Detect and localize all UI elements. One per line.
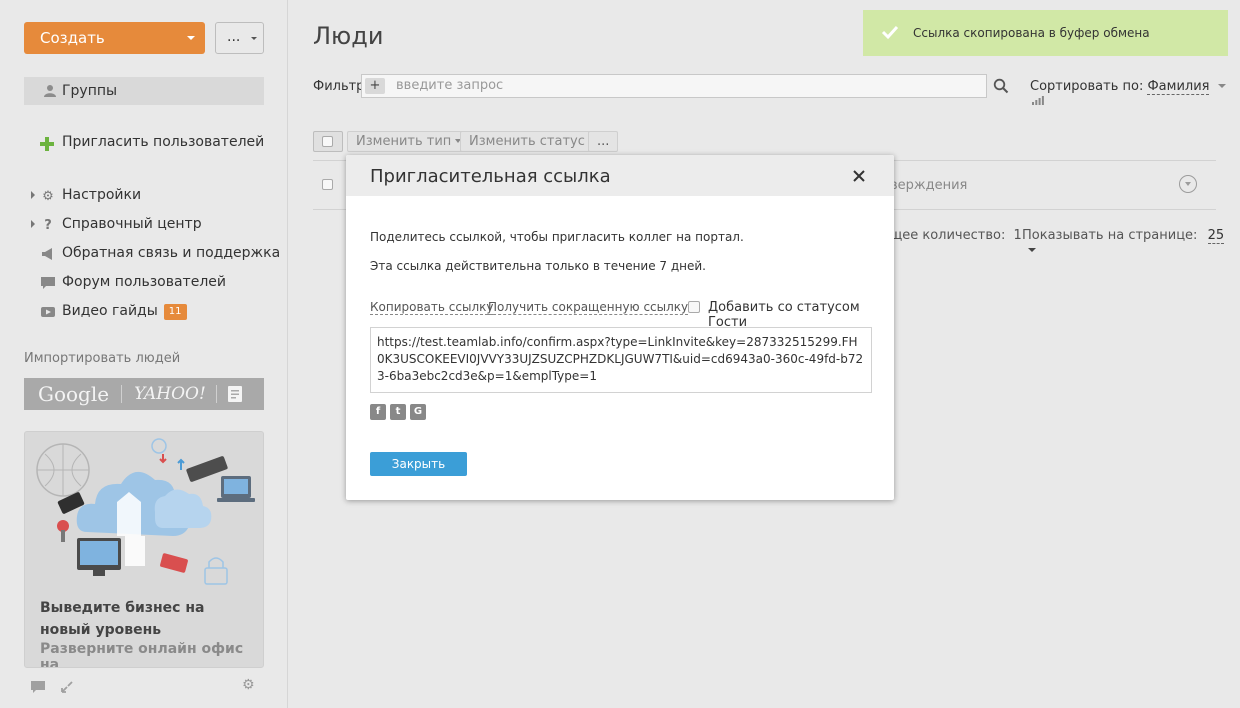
filter-placeholder: введите запрос — [396, 78, 504, 93]
twitter-icon[interactable]: t — [390, 404, 406, 420]
sidebar-item-label: Форум пользователей — [62, 274, 226, 290]
create-button[interactable]: Создать — [24, 22, 205, 54]
dialog-description: Поделитесь ссылкой, чтобы пригласить кол… — [370, 230, 744, 244]
search-icon[interactable] — [993, 78, 1009, 94]
total-count: щее количество: 1 — [890, 228, 1022, 243]
filter-label: Фильтр — [313, 79, 365, 94]
expand-arrow-icon — [31, 191, 35, 199]
invite-users-label: Пригласить пользователей — [62, 134, 265, 150]
sidebar-item-label: Видео гайды — [62, 303, 158, 319]
speech-bubble-icon — [41, 277, 55, 289]
more-actions-button[interactable]: ... — [215, 22, 264, 54]
invite-link-dialog: Пригласительная ссылка Поделитесь ссылко… — [346, 155, 894, 500]
row-menu-icon[interactable] — [1179, 175, 1197, 193]
expand-arrow-icon — [31, 220, 35, 228]
toolbar-more-label: ... — [597, 134, 610, 149]
per-page-label: Показывать на странице: — [1022, 228, 1198, 243]
total-count-label: щее количество: — [890, 228, 1006, 243]
facebook-icon[interactable]: f — [370, 404, 386, 420]
chevron-down-icon — [251, 37, 257, 40]
cloud-devices-illustration — [36, 438, 255, 585]
sidebar-item-groups[interactable]: Группы — [24, 77, 264, 105]
chevron-down-icon — [187, 36, 195, 40]
sort-control[interactable]: Сортировать по: Фамилия — [1030, 79, 1240, 109]
gear-icon[interactable]: ⚙ — [242, 677, 255, 693]
change-type-button[interactable]: Изменить тип — [347, 131, 471, 152]
total-count-value: 1 — [1013, 228, 1022, 243]
sidebar-item-label: Группы — [62, 83, 118, 99]
more-actions-label: ... — [227, 29, 241, 45]
sidebar: Создать ... Группы Пригласить пользовате… — [0, 0, 288, 708]
promo-subtitle: Разверните онлайн офис на — [40, 641, 244, 668]
select-all-checkbox[interactable] — [313, 131, 343, 152]
chat-icon[interactable] — [30, 680, 46, 694]
sort-value[interactable]: Фамилия — [1147, 79, 1210, 95]
short-link-button[interactable]: Получить сокращенную ссылку — [488, 300, 689, 315]
sort-label: Сортировать по: — [1030, 79, 1144, 94]
change-status-button[interactable]: Изменить статус — [460, 131, 604, 152]
guest-status-checkbox[interactable] — [688, 301, 700, 313]
create-button-label: Создать — [40, 29, 105, 47]
collapse-icon[interactable] — [60, 680, 74, 694]
sort-order-icon[interactable] — [1032, 95, 1044, 105]
invite-link-field[interactable]: https://test.teamlab.info/confirm.aspx?t… — [370, 327, 872, 393]
divider — [215, 385, 217, 403]
dialog-validity-note: Эта ссылка действительна только в течени… — [370, 259, 706, 273]
import-file-icon[interactable] — [227, 385, 243, 403]
promo-banner[interactable]: Выведите бизнес на новый уровень Разверн… — [24, 431, 264, 668]
guest-status-label: Добавить со статусом Гости — [708, 300, 860, 330]
import-services-bar: Google YAHOO! — [24, 378, 264, 410]
checkbox — [322, 136, 333, 147]
question-icon: ? — [44, 217, 52, 233]
promo-title: Выведите бизнес на новый уровень — [40, 600, 205, 638]
chevron-down-icon — [1217, 84, 1226, 88]
count-badge: 11 — [163, 304, 187, 320]
toast-message: Ссылка скопирована в буфер обмена — [913, 26, 1150, 40]
sidebar-item-label: Обратная связь и поддержка — [62, 245, 281, 261]
gear-icon: ⚙ — [42, 188, 54, 204]
change-status-label: Изменить статус — [469, 134, 585, 149]
import-yahoo-button[interactable]: YAHOO! — [134, 384, 206, 404]
close-icon[interactable] — [852, 169, 866, 183]
close-button[interactable]: Закрыть — [370, 452, 467, 476]
row-checkbox[interactable] — [322, 179, 333, 190]
notification-toast: Ссылка скопирована в буфер обмена — [863, 10, 1228, 56]
divider — [121, 385, 123, 403]
import-people-title: Импортировать людей — [24, 351, 181, 366]
checkmark-icon — [881, 25, 899, 40]
google-icon[interactable]: G — [410, 404, 426, 420]
user-icon — [44, 85, 56, 97]
per-page-control[interactable]: Показывать на странице: 25 — [1022, 228, 1240, 258]
video-icon — [41, 307, 55, 317]
copy-link-button[interactable]: Копировать ссылку — [370, 300, 494, 315]
toolbar-more-button[interactable]: ... — [588, 131, 619, 152]
import-google-button[interactable]: Google — [38, 382, 109, 406]
chevron-down-icon — [1028, 248, 1036, 252]
dialog-title: Пригласительная ссылка — [370, 166, 611, 187]
page-title: Люди — [313, 22, 384, 50]
row-status-text: верждения — [890, 178, 968, 193]
sidebar-item-label: Справочный центр — [62, 216, 202, 232]
plus-icon — [40, 137, 54, 151]
sidebar-item-label: Настройки — [62, 187, 142, 203]
add-filter-button[interactable]: + — [365, 78, 385, 94]
megaphone-icon — [42, 248, 52, 260]
filter-input[interactable]: + введите запрос — [361, 74, 987, 98]
dialog-header: Пригласительная ссылка — [346, 155, 894, 196]
change-type-label: Изменить тип — [356, 134, 452, 149]
per-page-value[interactable]: 25 — [1207, 228, 1225, 244]
